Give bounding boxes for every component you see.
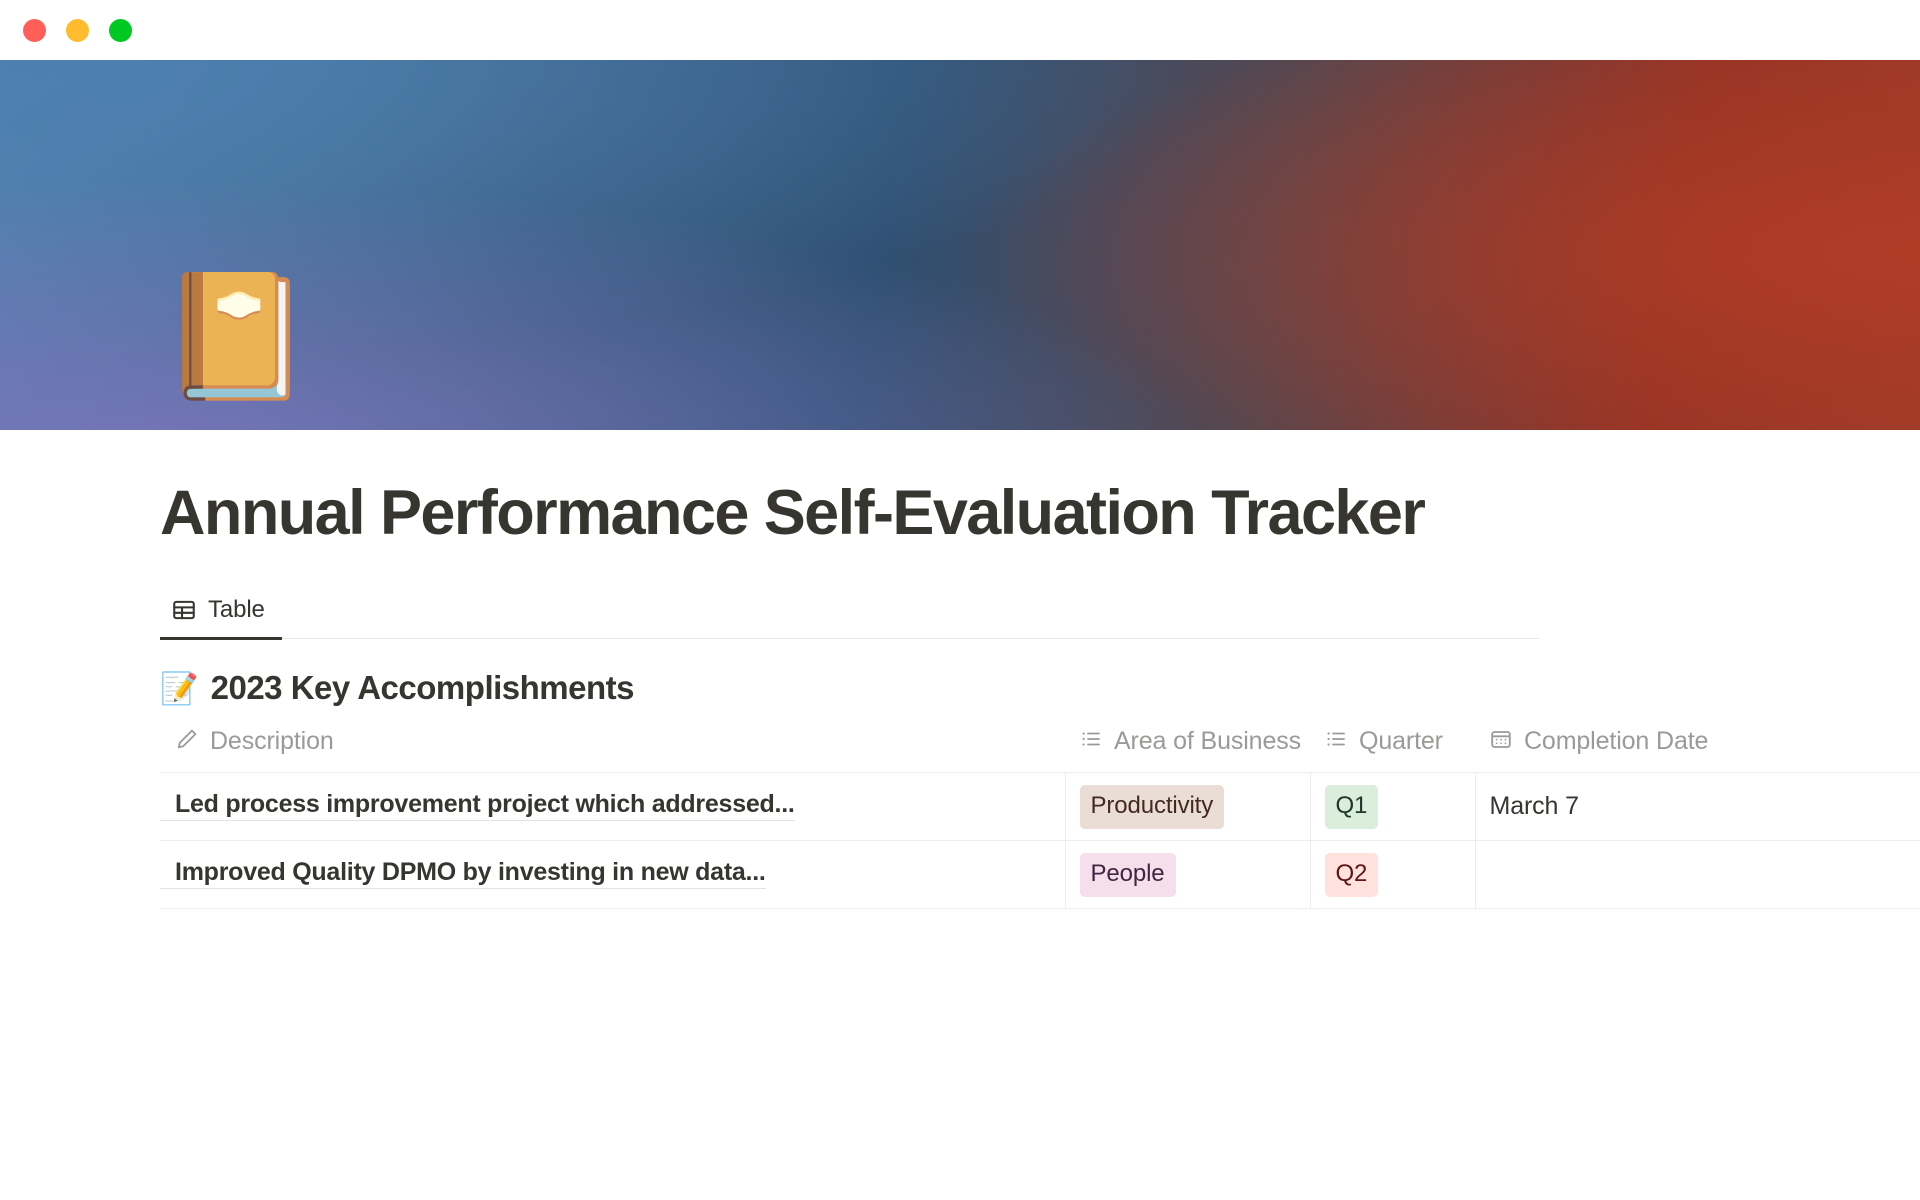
cell-area-of-business[interactable]: People [1065,840,1311,910]
database-title[interactable]: 2023 Key Accomplishments [211,669,635,707]
table-body: Led process improvement project which ad… [160,772,1920,910]
column-header-quarter[interactable]: Quarter [1310,721,1475,774]
column-header-area-of-business[interactable]: Area of Business [1065,721,1310,774]
row-title-link[interactable]: Led process improvement project which ad… [160,788,795,821]
cell-description[interactable]: Improved Quality DPMO by investing in ne… [160,840,1066,910]
page-body: Annual Performance Self-Evaluation Track… [0,430,1920,910]
column-header-label: Description [210,727,334,756]
tag-pill: Q1 [1324,784,1379,829]
column-header-label: Completion Date [1524,727,1709,756]
table-row[interactable]: Improved Quality DPMO by investing in ne… [160,840,1920,910]
close-button[interactable] [23,18,46,42]
list-icon [1324,727,1348,756]
pencil-icon [175,727,199,756]
notebook-with-decorative-cover-emoji[interactable]: 📔 [160,275,312,397]
column-header-label: Quarter [1359,727,1443,756]
maximize-button[interactable] [109,18,132,42]
row-title-link[interactable]: Improved Quality DPMO by investing in ne… [160,856,766,889]
column-header-completion-date[interactable]: Completion Date [1475,721,1920,774]
minimize-button[interactable] [66,18,89,42]
traffic-light-group [23,18,132,42]
view-tab-bar: Table [160,587,1540,641]
cell-completion-date[interactable]: March 7 [1475,772,1920,842]
table-icon [171,597,197,623]
tab-table-label: Table [208,596,265,624]
cell-quarter[interactable]: Q1 [1310,772,1476,842]
memo-emoji: 📝 [160,670,199,706]
list-icon [1079,727,1103,756]
cell-area-of-business[interactable]: Productivity [1065,772,1311,842]
window-titlebar [0,0,1920,60]
column-header-label: Area of Business [1114,727,1301,756]
tag-pill: Productivity [1079,784,1225,829]
tab-table[interactable]: Table [160,596,282,641]
date-value: March 7 [1489,792,1580,821]
database-title-row: 📝 2023 Key Accomplishments [160,669,1700,707]
content-column: Annual Performance Self-Evaluation Track… [160,475,1920,910]
tag-pill: People [1079,852,1176,897]
cell-description[interactable]: Led process improvement project which ad… [160,772,1066,842]
table-header-row: Description Area of Business Quarter Com… [160,721,1920,774]
accomplishments-table: Description Area of Business Quarter Com… [160,721,1920,910]
table-row[interactable]: Led process improvement project which ad… [160,772,1920,842]
calendar-icon [1489,727,1513,756]
page-title[interactable]: Annual Performance Self-Evaluation Track… [160,475,1510,552]
cell-completion-date[interactable] [1475,840,1920,910]
database-section: 📝 2023 Key Accomplishments Description A… [160,669,1920,910]
tag-pill: Q2 [1324,852,1379,897]
column-header-description[interactable]: Description [160,721,1065,774]
cell-quarter[interactable]: Q2 [1310,840,1476,910]
